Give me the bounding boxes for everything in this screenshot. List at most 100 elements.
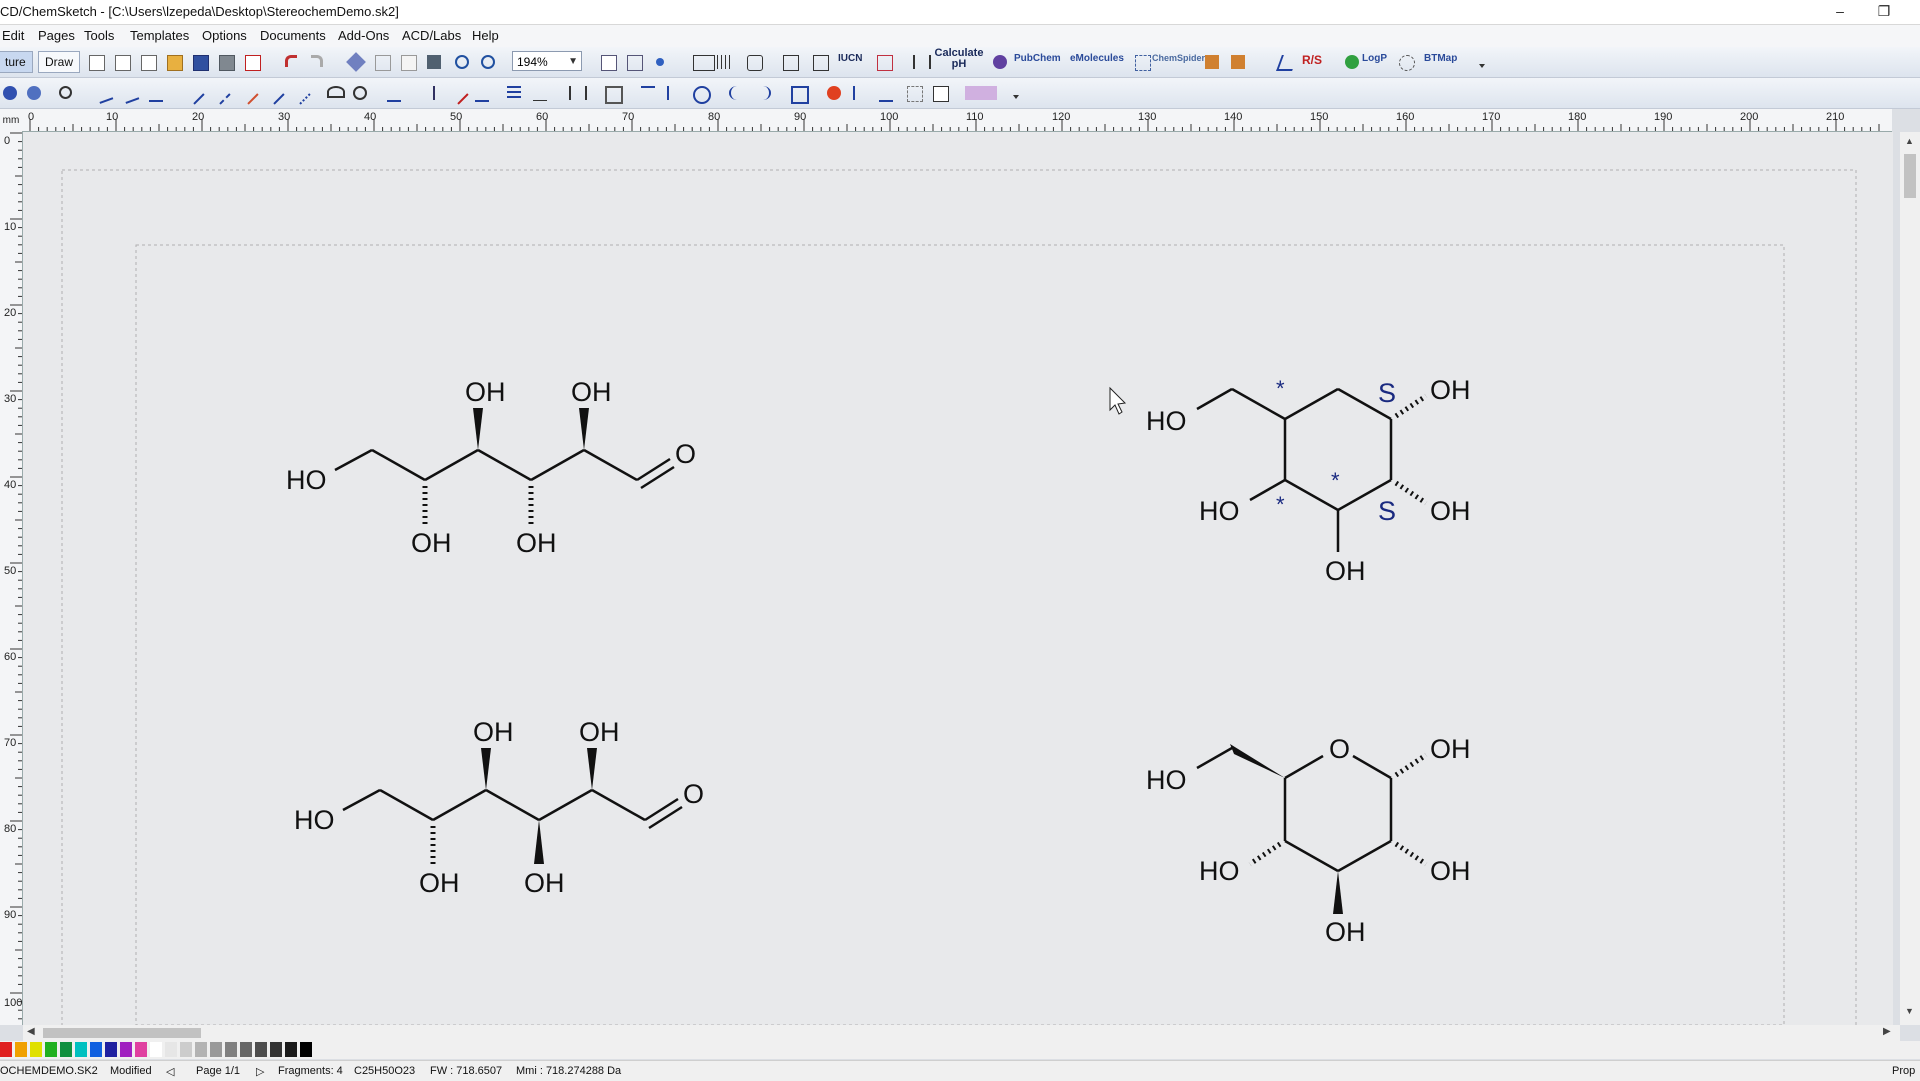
- calculate-ph-icon[interactable]: [910, 52, 931, 72]
- text-atom-icon[interactable]: [384, 83, 404, 103]
- chemspider-icon[interactable]: [1132, 52, 1152, 72]
- pubchem-icon[interactable]: [990, 52, 1010, 72]
- stereo-bond-icon[interactable]: [237, 83, 259, 105]
- wedge-down-icon[interactable]: [209, 83, 231, 105]
- plus-charge-icon[interactable]: [424, 83, 444, 103]
- orbital-icon[interactable]: [824, 83, 844, 103]
- open-folder-icon[interactable]: [164, 52, 184, 72]
- select-frame-icon[interactable]: [624, 52, 644, 72]
- zoom-select[interactable]: 194% ▼: [512, 51, 582, 71]
- export-pdf-icon[interactable]: [242, 52, 262, 72]
- arrow-icon[interactable]: [447, 83, 469, 105]
- wedge-up-icon[interactable]: [183, 83, 205, 105]
- molecule-open-chain-2[interactable]: [342, 788, 683, 865]
- chain-ring-icon[interactable]: [350, 83, 370, 103]
- align-icon[interactable]: [504, 83, 524, 103]
- reaction-arrow-icon[interactable]: [472, 83, 492, 103]
- color-swatch[interactable]: [120, 1042, 132, 1057]
- bond-zigzag-icon[interactable]: [146, 83, 166, 103]
- menu-tools[interactable]: Tools: [84, 28, 114, 43]
- menu-pages[interactable]: Pages: [38, 28, 75, 43]
- color-swatch[interactable]: [270, 1042, 282, 1057]
- color-swatch[interactable]: [225, 1042, 237, 1057]
- scroll-up-icon[interactable]: ▲: [1905, 136, 1914, 146]
- spectrum-icon[interactable]: [690, 52, 715, 72]
- minimize-button[interactable]: –: [1820, 0, 1860, 24]
- select-lasso-icon[interactable]: [56, 83, 76, 103]
- fragment-icon[interactable]: [876, 83, 896, 103]
- menu-help[interactable]: Help: [472, 28, 499, 43]
- hydrogen-icon[interactable]: [850, 83, 870, 103]
- scroll-right-icon[interactable]: ▶: [1883, 1026, 1891, 1037]
- color-swatch[interactable]: [0, 1042, 12, 1057]
- copy-icon[interactable]: [398, 52, 418, 72]
- color-swatch[interactable]: [240, 1042, 252, 1057]
- template-icon[interactable]: [904, 83, 924, 103]
- color-swatch[interactable]: [165, 1042, 177, 1057]
- color-swatch[interactable]: [15, 1042, 27, 1057]
- structure-check-icon[interactable]: [744, 52, 764, 72]
- scroll-left-icon[interactable]: ◀: [27, 1026, 35, 1037]
- structure-mode-tab[interactable]: ture: [0, 51, 33, 73]
- copy-page-icon[interactable]: [138, 52, 158, 72]
- color-swatch[interactable]: [75, 1042, 87, 1057]
- undo-icon[interactable]: [282, 52, 302, 72]
- molecule-cyclohexane[interactable]: [1196, 387, 1428, 552]
- color-swatch[interactable]: [90, 1042, 102, 1057]
- eraser-icon[interactable]: [346, 52, 366, 72]
- logp-button[interactable]: LogP: [1362, 53, 1387, 64]
- vertical-scroll-thumb[interactable]: [1904, 154, 1916, 198]
- color-swatch[interactable]: [60, 1042, 72, 1057]
- emolecules-button[interactable]: eMolecules: [1070, 53, 1124, 64]
- scroll-down-icon[interactable]: ▼: [1905, 1006, 1914, 1016]
- color-swatch[interactable]: [45, 1042, 57, 1057]
- color-swatch[interactable]: [285, 1042, 297, 1057]
- bracket-icon[interactable]: [566, 83, 587, 103]
- name-to-structure-icon[interactable]: [810, 52, 830, 72]
- horizontal-scrollbar[interactable]: ◀ ▶: [23, 1025, 1900, 1041]
- table-grid-icon[interactable]: [714, 52, 734, 72]
- vertical-scrollbar[interactable]: ▲ ▼: [1900, 132, 1920, 1025]
- bond-single-icon[interactable]: [94, 83, 114, 104]
- chemspider-button[interactable]: ChemSpider: [1152, 53, 1205, 63]
- lab-tools-icon[interactable]: [1202, 52, 1222, 72]
- color-swatch[interactable]: [255, 1042, 267, 1057]
- iupac-name-icon[interactable]: IUCN: [838, 53, 862, 64]
- cut-icon[interactable]: [372, 52, 392, 72]
- color-swatch[interactable]: [210, 1042, 222, 1057]
- pubchem-button[interactable]: PubChem: [1014, 53, 1061, 64]
- rotate-icon[interactable]: [690, 83, 711, 104]
- color-swatch[interactable]: [180, 1042, 192, 1057]
- rotate-left-icon[interactable]: [726, 83, 746, 103]
- ring-icon[interactable]: [324, 83, 345, 103]
- color-swatch[interactable]: [105, 1042, 117, 1057]
- zoom-in-icon[interactable]: [452, 52, 472, 72]
- restore-button[interactable]: ❐: [1864, 0, 1904, 24]
- color-swatch[interactable]: [135, 1042, 147, 1057]
- bond-chain-icon[interactable]: [120, 83, 140, 104]
- print-icon[interactable]: [216, 52, 236, 72]
- rotate-3d-icon[interactable]: [0, 83, 20, 103]
- page-prev-icon[interactable]: ◁: [166, 1065, 174, 1078]
- delete-icon[interactable]: [602, 83, 623, 104]
- zoom-out-icon[interactable]: [478, 52, 498, 72]
- new-page-icon[interactable]: [112, 52, 132, 72]
- menu-templates[interactable]: Templates: [130, 28, 189, 43]
- btmap-icon[interactable]: [1396, 52, 1416, 72]
- toolbar2-overflow-icon[interactable]: [1010, 83, 1020, 103]
- 3d-view-icon[interactable]: [650, 52, 670, 72]
- tautomer-icon[interactable]: [874, 52, 894, 72]
- redo-icon[interactable]: [308, 52, 328, 72]
- menu-acd-labs[interactable]: ACD/Labs: [402, 28, 461, 43]
- menu-documents[interactable]: Documents: [260, 28, 326, 43]
- group-icon[interactable]: [788, 83, 809, 104]
- menu-edit[interactable]: Edit: [2, 28, 24, 43]
- rs-descriptor-button[interactable]: R/S: [1302, 53, 1322, 67]
- menu-options[interactable]: Options: [202, 28, 247, 43]
- page-next-icon[interactable]: ▷: [256, 1065, 264, 1078]
- color-swatch[interactable]: [30, 1042, 42, 1057]
- straight-bond-icon[interactable]: [263, 83, 285, 105]
- flip-horizontal-icon[interactable]: [664, 83, 684, 103]
- menu-add-ons[interactable]: Add-Ons: [338, 28, 389, 43]
- peptide-icon[interactable]: [962, 83, 1000, 103]
